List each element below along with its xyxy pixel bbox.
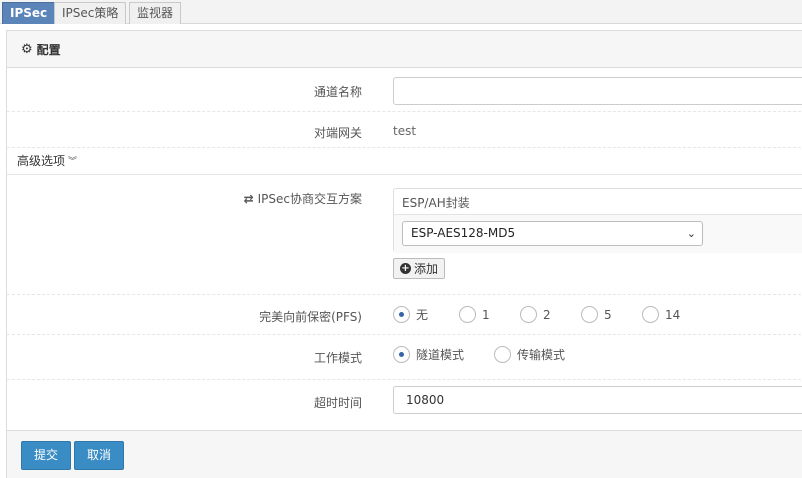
plus-circle-icon: +	[400, 263, 411, 274]
panel-title: ⚙ 配置	[21, 41, 61, 58]
proposal-box: ESP/AH封装 ESP-AES128-MD5 ⌄	[393, 188, 802, 253]
pfs-label: 完美向前保密(PFS)	[259, 310, 362, 324]
timeout-input[interactable]: 10800	[393, 386, 802, 414]
proposal-label-wrap: ⇄ IPSec协商交互方案	[244, 190, 362, 207]
mode-label: 工作模式	[313, 351, 362, 365]
pfs-option-2[interactable]: 2	[520, 306, 563, 323]
proposal-select[interactable]: ESP-AES128-MD5 ⌄	[402, 221, 703, 246]
mode-radio-group: 隧道模式 传输模式	[393, 346, 565, 363]
advanced-options-toggle[interactable]: 高级选项 ︾	[17, 152, 77, 169]
pfs-option-label: 14	[665, 307, 681, 322]
chevron-down-icon: ⌄	[686, 227, 696, 240]
pfs-row: 完美向前保密(PFS) 无 1 2 5 14	[7, 295, 802, 335]
pfs-option-label: 1	[482, 307, 490, 322]
pfs-option-none[interactable]: 无	[393, 306, 441, 323]
pfs-option-label: 5	[604, 307, 612, 322]
proposal-box-title: ESP/AH封装	[394, 189, 802, 215]
pfs-option-14[interactable]: 14	[642, 306, 680, 323]
peer-gateway-row: 对端网关 test	[7, 112, 802, 148]
proposal-label: IPSec协商交互方案	[257, 192, 362, 206]
config-panel: ⚙ 配置 通道名称 对端网关 test 高级选项 ︾ ⇄ IPSec协商交互方案…	[6, 30, 802, 478]
exchange-icon: ⇄	[243, 191, 254, 206]
panel-title-text: 配置	[36, 43, 61, 57]
panel-header: ⚙ 配置	[7, 31, 802, 68]
cancel-button[interactable]: 取消	[74, 441, 125, 470]
tab-bar: IPSec IPSec策略 监视器	[0, 0, 802, 24]
timeout-label: 超时时间	[313, 396, 362, 410]
mode-option-transport[interactable]: 传输模式	[494, 346, 565, 363]
pfs-option-5[interactable]: 5	[581, 306, 624, 323]
add-proposal-button[interactable]: + 添加	[393, 258, 446, 279]
radio-circle	[393, 346, 410, 363]
tunnel-name-row: 通道名称	[7, 68, 802, 112]
tab-ipsec-policy[interactable]: IPSec策略	[54, 2, 127, 24]
mode-row: 工作模式 隧道模式 传输模式	[7, 335, 802, 380]
tunnel-name-label: 通道名称	[313, 85, 362, 99]
radio-circle	[393, 306, 410, 323]
pfs-radio-group: 无 1 2 5 14	[393, 306, 680, 323]
radio-circle	[642, 306, 659, 323]
pfs-option-label: 2	[543, 307, 551, 322]
tunnel-name-input[interactable]	[393, 77, 802, 105]
gear-icon: ⚙	[21, 42, 33, 57]
advanced-options-label: 高级选项	[17, 154, 66, 168]
form-footer: 提交 取消	[7, 430, 802, 478]
radio-circle	[459, 306, 476, 323]
mode-option-label: 隧道模式	[416, 348, 465, 362]
radio-circle	[520, 306, 537, 323]
pfs-option-1[interactable]: 1	[459, 306, 502, 323]
mode-option-tunnel[interactable]: 隧道模式	[393, 346, 464, 363]
proposal-box-body: ESP-AES128-MD5 ⌄	[394, 215, 802, 253]
radio-circle	[494, 346, 512, 363]
add-proposal-label: 添加	[414, 262, 439, 276]
tab-monitor[interactable]: 监视器	[129, 2, 182, 24]
timeout-row: 超时时间 10800	[7, 380, 802, 430]
double-chevron-down-icon: ︾	[68, 157, 78, 167]
tab-ipsec[interactable]: IPSec	[2, 2, 56, 24]
peer-gateway-label: 对端网关	[313, 126, 362, 140]
proposal-select-value: ESP-AES128-MD5	[411, 226, 516, 240]
radio-circle	[581, 306, 598, 323]
submit-button[interactable]: 提交	[21, 441, 72, 470]
mode-option-label: 传输模式	[517, 348, 566, 362]
pfs-option-label: 无	[416, 308, 429, 322]
peer-gateway-value: test	[393, 124, 417, 138]
